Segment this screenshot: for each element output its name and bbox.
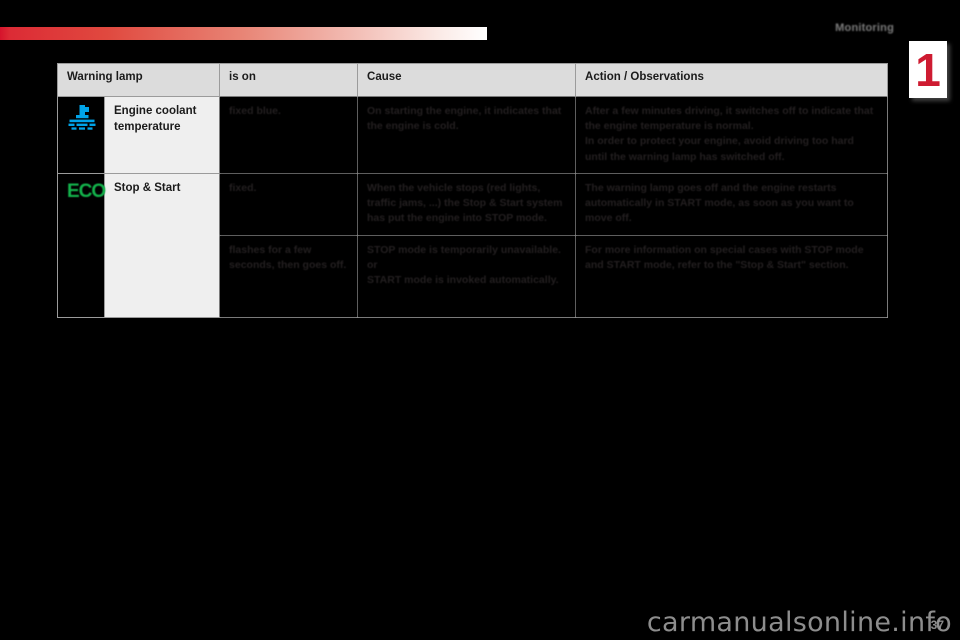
- table-header-row: Warning lamp is on Cause Action / Observ…: [56, 63, 889, 97]
- column-header-is-on: is on: [219, 63, 359, 97]
- section-title: Monitoring: [835, 22, 894, 34]
- column-header-action: Action / Observations: [575, 63, 889, 97]
- engine-coolant-temperature-icon: [67, 104, 97, 132]
- cause-line: STOP mode is temporarily unavailable.: [367, 243, 561, 256]
- action-line: The warning lamp goes off and the engine…: [585, 181, 854, 225]
- cause-description: When the vehicle stops (red lights, traf…: [357, 172, 577, 236]
- cause-line: or: [367, 259, 378, 272]
- warning-lamp-name: Stop & Start: [103, 172, 221, 318]
- table-row: Engine coolant temperature fixed blue. O…: [57, 96, 889, 174]
- is-on-description: flashes for a few seconds, then goes off…: [219, 234, 359, 318]
- eco-stop-start-icon: ECO: [67, 180, 106, 202]
- header-accent-bar: [0, 27, 487, 40]
- is-on-description: fixed blue.: [219, 96, 359, 174]
- column-header-cause: Cause: [357, 63, 577, 97]
- warning-lamp-icon-cell: ECO: [57, 172, 106, 318]
- action-line: After a few minutes driving, it switches…: [585, 105, 874, 133]
- action-line: In order to protect your engine, avoid d…: [585, 135, 854, 163]
- column-header-warning-lamp: Warning lamp: [56, 63, 221, 97]
- action-description: For more information on special cases wi…: [575, 234, 889, 318]
- cause-description: STOP mode is temporarily unavailable. or…: [357, 234, 577, 318]
- cause-description: On starting the engine, it indicates tha…: [357, 96, 577, 174]
- cause-line: START mode is invoked automatically.: [367, 274, 559, 287]
- warning-lamp-name: Engine coolant temperature: [103, 96, 221, 174]
- warning-lamp-icon-cell: [57, 96, 105, 174]
- is-on-description: fixed.: [219, 172, 359, 236]
- action-description: After a few minutes driving, it switches…: [575, 96, 889, 174]
- chapter-tab: 1: [909, 41, 947, 98]
- action-line: For more information on special cases wi…: [585, 243, 864, 272]
- warning-lamp-table: Warning lamp is on Cause Action / Observ…: [56, 63, 889, 318]
- action-description: The warning lamp goes off and the engine…: [575, 172, 889, 236]
- warning-lamp-table-wrapper: Warning lamp is on Cause Action / Observ…: [56, 63, 889, 318]
- chapter-number: 1: [915, 43, 941, 96]
- site-watermark: carmanualsonline.info: [646, 607, 952, 638]
- table-row: ECO Stop & Start fixed. When the vehicle…: [57, 172, 889, 318]
